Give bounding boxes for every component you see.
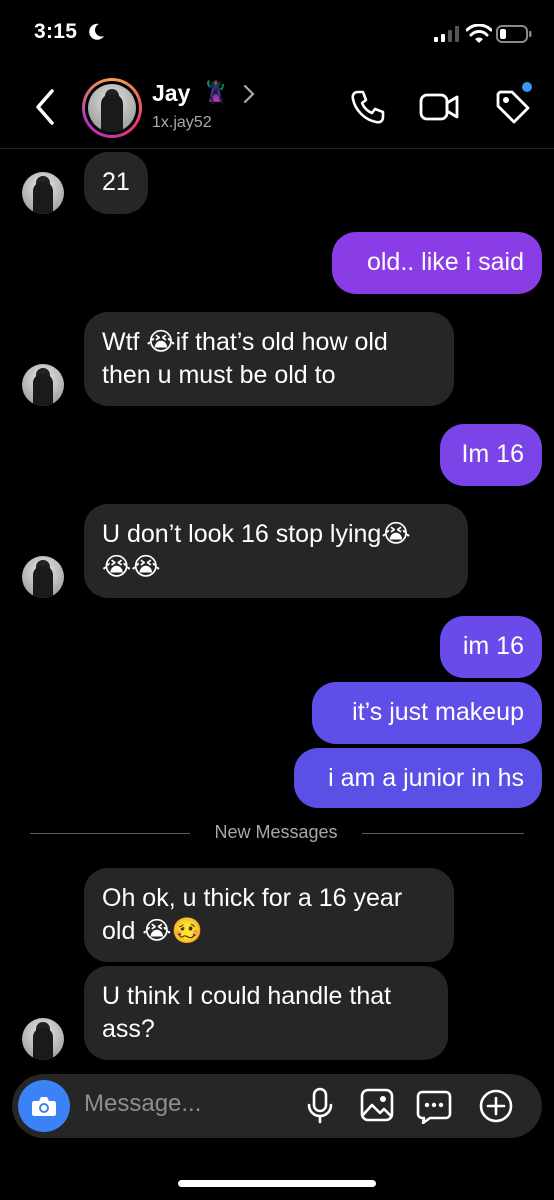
message-bubble-incoming: U don’t look 16 stop lying😭 😭😭 xyxy=(84,504,468,598)
gallery-icon[interactable] xyxy=(360,1088,394,1122)
status-bar: 3:15 xyxy=(0,0,554,66)
sender-avatar[interactable] xyxy=(22,1018,64,1060)
camera-button[interactable] xyxy=(18,1080,70,1132)
header-avatar[interactable] xyxy=(82,78,142,138)
contact-emoji: 🦹🏾 xyxy=(202,80,230,105)
message-bubble-incoming: Wtf 😭if that’s old how old then u must b… xyxy=(84,312,454,406)
back-icon[interactable] xyxy=(34,88,56,126)
sender-avatar[interactable] xyxy=(22,364,64,406)
contact-username: 1x.jay52 xyxy=(152,114,212,131)
message-bubble-incoming: U think I could handle that ass? xyxy=(84,966,448,1060)
video-camera-icon[interactable] xyxy=(418,90,460,124)
unread-dot xyxy=(522,82,532,92)
plus-icon[interactable] xyxy=(478,1088,514,1124)
message-bubble-incoming: Oh ok, u thick for a 16 year old 😭🥴 xyxy=(84,868,454,962)
tag-icon[interactable] xyxy=(492,86,532,126)
chat-header: Jay 🦹🏾 1x.jay52 xyxy=(0,66,554,149)
message-bubble-outgoing: old.. like i said xyxy=(332,232,542,294)
camera-icon xyxy=(32,1097,56,1116)
moon-icon xyxy=(89,23,104,40)
message-composer: Message... xyxy=(12,1074,542,1138)
message-bubble-outgoing: it’s just makeup xyxy=(312,682,542,744)
message-bubble-outgoing: im 16 xyxy=(440,616,542,678)
sender-avatar[interactable] xyxy=(22,556,64,598)
battery-icon xyxy=(496,25,532,43)
wifi-icon xyxy=(466,24,492,43)
signal-icon xyxy=(434,26,459,42)
chevron-right-icon[interactable] xyxy=(242,84,256,104)
new-messages-divider: New Messages xyxy=(30,822,524,846)
message-bubble-outgoing: Im 16 xyxy=(440,424,542,486)
message-bubble-outgoing: i am a junior in hs xyxy=(294,748,542,808)
contact-name[interactable]: Jay xyxy=(152,80,190,107)
sender-avatar[interactable] xyxy=(22,172,64,214)
status-time: 3:15 xyxy=(34,20,78,43)
message-bubble-incoming: 21 xyxy=(84,152,148,214)
message-input[interactable]: Message... xyxy=(84,1090,201,1118)
phone-icon[interactable] xyxy=(348,88,386,126)
microphone-icon[interactable] xyxy=(306,1087,334,1125)
sticker-icon[interactable] xyxy=(416,1088,452,1124)
new-messages-label: New Messages xyxy=(214,822,338,842)
home-indicator xyxy=(178,1180,376,1187)
